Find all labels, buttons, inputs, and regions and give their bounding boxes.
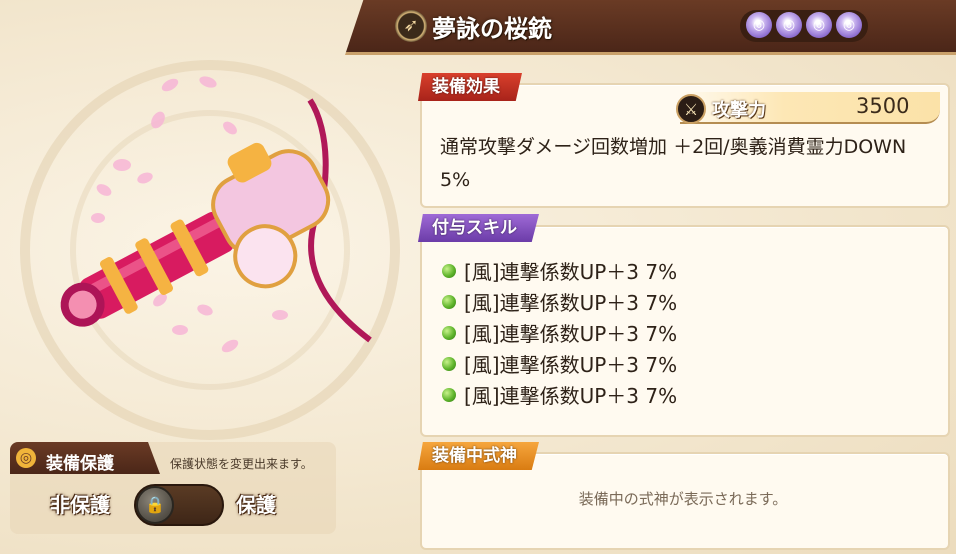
effect-description: 通常攻撃ダメージ回数増加 ＋2回/奥義消費霊力DOWN 5% xyxy=(440,136,907,191)
granted-skills-tab: 付与スキル xyxy=(418,214,539,242)
equip-effect-tab: 装備効果 xyxy=(418,73,522,101)
skill-list: [風]連撃係数UP＋3 7% [風]連撃係数UP＋3 7% [風]連撃係数UP＋… xyxy=(442,255,677,410)
list-item: [風]連撃係数UP＋3 7% xyxy=(442,317,677,348)
list-item: [風]連撃係数UP＋3 7% xyxy=(442,255,677,286)
skill-text: [風]連撃係数UP＋3 7% xyxy=(464,291,678,315)
spiral-orb-icon: ◎ xyxy=(746,12,772,38)
crossed-swords-icon: ⚔ xyxy=(676,94,706,124)
green-dot-icon xyxy=(442,294,456,309)
spiral-icon: ◎ xyxy=(16,448,36,468)
green-dot-icon xyxy=(442,356,456,371)
spiral-orb-icon: ◎ xyxy=(836,12,862,38)
green-dot-icon xyxy=(442,325,456,340)
skill-text: [風]連撃係数UP＋3 7% xyxy=(464,322,678,346)
list-item: [風]連撃係数UP＋3 7% xyxy=(442,286,677,317)
lock-icon[interactable]: 🔒 xyxy=(136,486,174,524)
weapon-name: 夢詠の桜銃 xyxy=(432,15,552,43)
rarity-orbs: ◎ ◎ ◎ ◎ xyxy=(740,10,868,42)
spiral-orb-icon: ◎ xyxy=(806,12,832,38)
green-dot-icon xyxy=(442,263,456,278)
skill-text: [風]連撃係数UP＋3 7% xyxy=(464,353,678,377)
bow-icon: ➶ xyxy=(395,10,427,42)
skill-text: [風]連撃係数UP＋3 7% xyxy=(464,384,678,408)
attack-value: 3500 xyxy=(856,94,910,118)
list-item: [風]連撃係数UP＋3 7% xyxy=(442,379,677,410)
list-item: [風]連撃係数UP＋3 7% xyxy=(442,348,677,379)
attack-label: 攻撃力 xyxy=(712,100,766,121)
equipped-shikigami-tab: 装備中式神 xyxy=(418,442,539,470)
green-dot-icon xyxy=(442,387,456,402)
protection-description: 保護状態を変更出来ます。 xyxy=(170,457,313,471)
unprotected-label[interactable]: 非保護 xyxy=(50,489,110,518)
protected-label[interactable]: 保護 xyxy=(236,489,276,518)
weapon-image xyxy=(60,76,372,353)
spiral-orb-icon: ◎ xyxy=(776,12,802,38)
protection-title: 装備保護 xyxy=(46,454,114,474)
shikigami-placeholder: 装備中の式神が表示されます。 xyxy=(578,490,788,508)
skill-text: [風]連撃係数UP＋3 7% xyxy=(464,260,678,284)
